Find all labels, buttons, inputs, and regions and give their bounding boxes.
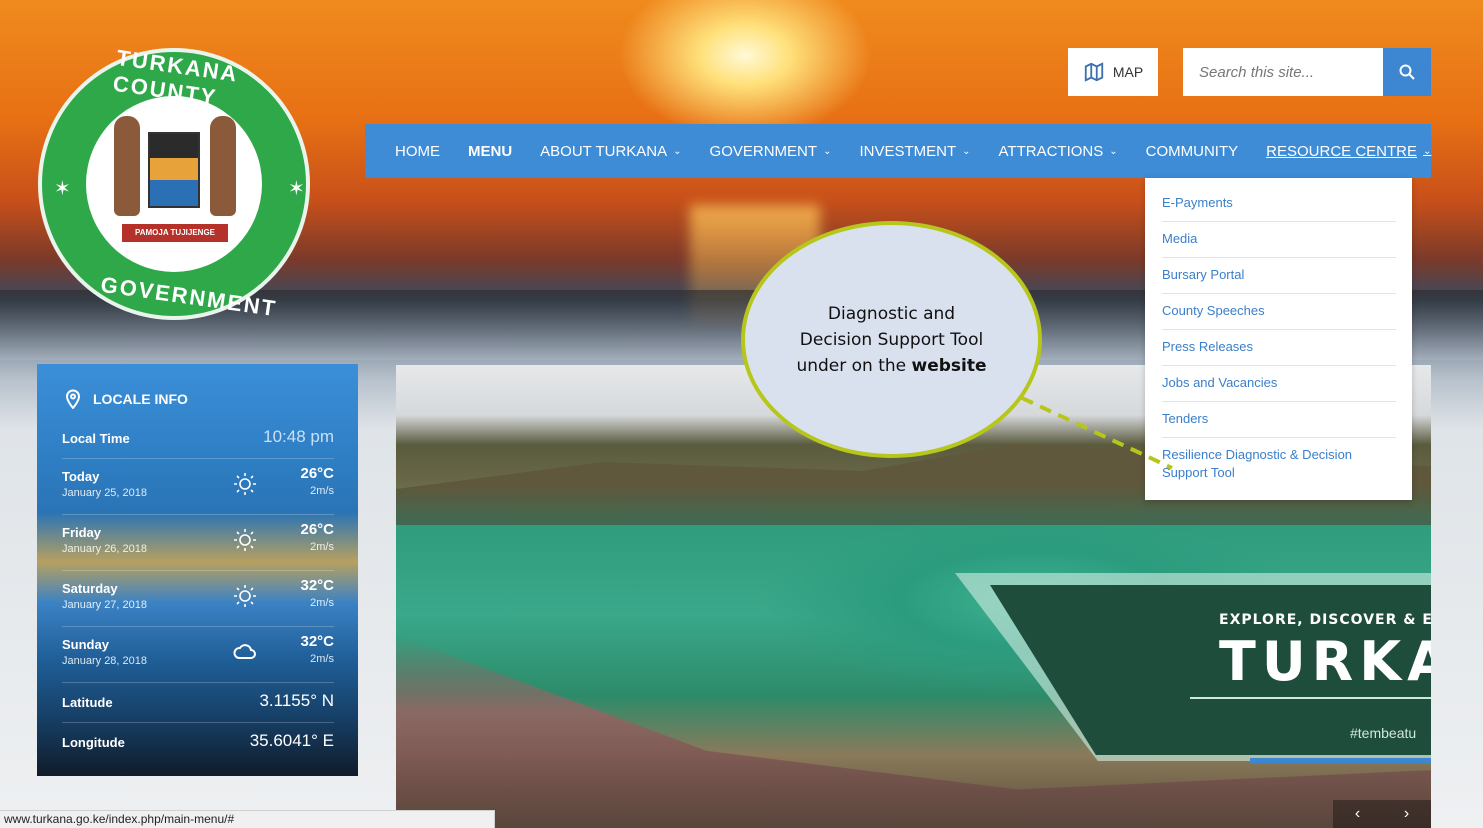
locale-header: LOCALE INFO	[65, 389, 188, 409]
chevron-down-icon: ⌄	[1423, 145, 1432, 157]
forecast-date: January 27, 2018	[62, 599, 148, 611]
banner-accent-stripe	[1250, 758, 1431, 763]
callout-line-3-prefix: under on the	[796, 356, 912, 376]
nav-investment-label: INVESTMENT	[859, 142, 957, 160]
latitude-label: Latitude	[62, 695, 113, 710]
sun-icon	[234, 529, 256, 551]
callout-line-2: Decision Support Tool	[799, 330, 984, 350]
chevron-down-icon: ⌄	[1109, 145, 1118, 157]
warrior-left-figure	[114, 116, 140, 216]
sun-icon	[234, 585, 256, 607]
county-logo[interactable]: TURKANA COUNTY PAMOJA TUJIJENGE ✶ ✶ GOVE…	[38, 45, 310, 321]
latitude-value: 3.1155° N	[259, 691, 334, 710]
prev-slide-icon[interactable]: ‹	[1355, 805, 1360, 823]
locale-info-panel: LOCALE INFO Local Time 10:48 pm Today Ja…	[37, 364, 358, 776]
local-time-value: 10:48 pm	[263, 427, 334, 446]
nav-about-turkana-label: ABOUT TURKANA	[540, 142, 668, 160]
callout-line-3-bold: website	[911, 356, 987, 376]
map-button[interactable]: MAP	[1068, 48, 1158, 96]
search-button[interactable]	[1383, 48, 1431, 96]
forecast-temp: 32°C	[300, 633, 334, 650]
nav-investment[interactable]: INVESTMENT ⌄	[859, 143, 970, 160]
banner-title: TURKAN	[1219, 630, 1431, 693]
warrior-right-figure	[210, 116, 236, 216]
callout-text: Diagnostic and Decision Support Tool und…	[765, 301, 1018, 379]
callout-line-3: under on the website	[765, 353, 1018, 379]
forecast-date: January 26, 2018	[62, 543, 148, 555]
logo-motto: PAMOJA TUJIJENGE	[122, 224, 228, 242]
resource-centre-dropdown: E-Payments Media Bursary Portal County S…	[1145, 178, 1412, 500]
nav-attractions[interactable]: ATTRACTIONS ⌄	[999, 143, 1118, 160]
map-icon	[1084, 62, 1103, 82]
chevron-down-icon: ⌄	[962, 145, 971, 157]
forecast-temp: 26°C	[300, 465, 334, 482]
forecast-wind: 2m/s	[310, 653, 334, 665]
shield-icon	[148, 132, 200, 208]
forecast-date: January 25, 2018	[62, 487, 148, 499]
star-icon: ✶	[54, 178, 71, 200]
dropdown-item-media[interactable]: Media	[1162, 222, 1396, 258]
forecast-row: Today January 25, 2018 26°C 2m/s	[62, 459, 334, 515]
dropdown-item-press-releases[interactable]: Press Releases	[1162, 330, 1396, 366]
local-time-row: Local Time 10:48 pm	[62, 419, 334, 459]
local-time-label: Local Time	[62, 431, 130, 446]
forecast-temp: 26°C	[300, 521, 334, 538]
latitude-row: Latitude 3.1155° N	[62, 683, 334, 723]
sun-icon	[234, 473, 256, 495]
dropdown-item-county-speeches[interactable]: County Speeches	[1162, 294, 1396, 330]
chevron-down-icon: ⌄	[673, 145, 682, 157]
banner-divider	[1190, 697, 1431, 699]
forecast-day: Sunday	[62, 637, 109, 652]
forecast-wind: 2m/s	[310, 597, 334, 609]
nav-attractions-label: ATTRACTIONS	[998, 142, 1104, 160]
dropdown-item-e-payments[interactable]: E-Payments	[1162, 186, 1396, 222]
forecast-temp: 32°C	[300, 577, 334, 594]
forecast-wind: 2m/s	[310, 485, 334, 497]
star-icon: ✶	[288, 178, 305, 200]
banner-hashtag: #tembeatu	[1350, 725, 1417, 741]
callout-annotation: Diagnostic and Decision Support Tool und…	[741, 221, 1042, 458]
search-input[interactable]	[1183, 48, 1383, 96]
longitude-row: Longitude 35.6041° E	[62, 723, 334, 763]
forecast-wind: 2m/s	[310, 541, 334, 553]
search-icon	[1399, 64, 1415, 80]
main-nav: HOME MENU ABOUT TURKANA ⌄ GOVERNMENT ⌄ INV…	[365, 124, 1431, 178]
forecast-row: Saturday January 27, 2018 32°C 2m/s	[62, 571, 334, 627]
forecast-row: Sunday January 28, 2018 32°C 2m/s	[62, 627, 334, 683]
dropdown-item-bursary-portal[interactable]: Bursary Portal	[1162, 258, 1396, 294]
slider-controls: ‹ ›	[1333, 800, 1431, 828]
forecast-day: Friday	[62, 525, 102, 540]
nav-government[interactable]: GOVERNMENT ⌄	[710, 143, 832, 160]
chevron-down-icon: ⌄	[823, 145, 832, 157]
nav-about-turkana[interactable]: ABOUT TURKANA ⌄	[540, 143, 681, 160]
nav-resource-centre[interactable]: RESOURCE CENTRE ⌄	[1266, 143, 1431, 160]
longitude-label: Longitude	[62, 735, 125, 750]
next-slide-icon[interactable]: ›	[1404, 805, 1409, 823]
nav-government-label: GOVERNMENT	[709, 142, 818, 160]
forecast-day: Today	[62, 469, 100, 484]
nav-menu[interactable]: MENU	[468, 143, 512, 160]
dropdown-item-tenders[interactable]: Tenders	[1162, 402, 1396, 438]
location-pin-icon	[65, 389, 81, 409]
locale-title: LOCALE INFO	[93, 391, 188, 407]
forecast-row: Friday January 26, 2018 26°C 2m/s	[62, 515, 334, 571]
forecast-day: Saturday	[62, 581, 118, 596]
longitude-value: 35.6041° E	[249, 731, 334, 750]
nav-home[interactable]: HOME	[395, 143, 440, 160]
nav-community[interactable]: COMMUNITY	[1146, 143, 1239, 160]
dropdown-item-jobs-vacancies[interactable]: Jobs and Vacancies	[1162, 366, 1396, 402]
coat-of-arms: PAMOJA TUJIJENGE	[86, 96, 262, 272]
nav-resource-centre-label: RESOURCE CENTRE	[1266, 142, 1418, 160]
callout-line-1: Diagnostic and	[827, 304, 956, 324]
browser-status-url: www.turkana.go.ke/index.php/main-menu/#	[0, 810, 495, 828]
cloud-icon	[233, 644, 256, 659]
map-label: MAP	[1112, 64, 1144, 80]
forecast-date: January 28, 2018	[62, 655, 148, 667]
banner-subtitle: EXPLORE, DISCOVER & EXPERI	[1219, 612, 1431, 628]
dropdown-item-resilience-tool[interactable]: Resilience Diagnostic & Decision Support…	[1162, 438, 1396, 491]
